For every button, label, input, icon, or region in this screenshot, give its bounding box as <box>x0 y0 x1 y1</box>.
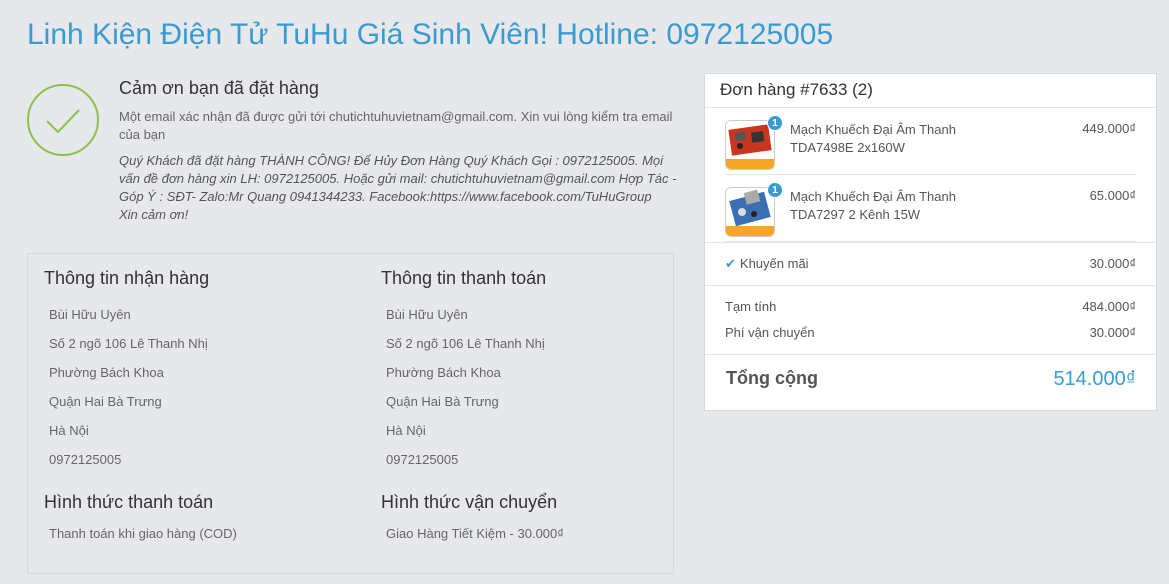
shipping-district: Quận Hai Bà Trưng <box>49 394 162 409</box>
shipping-phone: 0972125005 <box>49 452 122 467</box>
item-name[interactable]: Mạch Khuếch Đại Âm Thanh TDA7297 2 Kênh … <box>790 188 990 224</box>
item-quantity-badge: 1 <box>767 182 783 198</box>
billing-phone: 0972125005 <box>386 452 459 467</box>
site-title: Linh Kiện Điện Tử TuHu Giá Sinh Viên! Ho… <box>27 18 834 51</box>
billing-city: Hà Nội <box>386 423 426 438</box>
shipping-fee-row: Phí vận chuyển 30.000₫ <box>725 325 1136 340</box>
shipping-city: Hà Nội <box>49 423 89 438</box>
grand-total-value: 514.000₫ <box>1053 368 1136 390</box>
order-note-text: Quý Khách đã đặt hàng THÀNH CÔNG! Để Hủy… <box>119 153 677 204</box>
promotion-row: ✔ Khuyến mãi 30.000₫ <box>725 243 1136 285</box>
item-price: 65.000₫ <box>1089 188 1136 203</box>
shipping-ward: Phường Bách Khoa <box>49 365 164 380</box>
order-title: Đơn hàng #7633 (2) <box>705 74 1156 108</box>
customer-info-box: Thông tin nhận hàng Bùi Hữu Uyên Số 2 ng… <box>27 253 674 574</box>
promotion-value: 30.000₫ <box>1089 256 1136 271</box>
payment-method-title: Hình thức thanh toán <box>44 492 214 512</box>
shipping-info-column: Thông tin nhận hàng Bùi Hữu Uyên Số 2 ng… <box>44 254 344 541</box>
shipping-method-title: Hình thức vận chuyển <box>381 492 558 512</box>
subtotal-row: Tạm tính 484.000₫ <box>725 299 1136 314</box>
billing-ward: Phường Bách Khoa <box>386 365 501 380</box>
order-summary: Đơn hàng #7633 (2) 1 Mạch Khuếch Đại Âm … <box>704 73 1157 411</box>
shipping-name: Bùi Hữu Uyên <box>49 307 131 322</box>
shipping-address: Bùi Hữu Uyên Số 2 ngõ 106 Lê Thanh Nhị P… <box>44 300 344 474</box>
confirmation-email-message: Một email xác nhận đã được gửi tới chuti… <box>119 109 673 142</box>
promotion-label: Khuyến mãi <box>739 256 809 271</box>
checkmark-icon: ✔ <box>725 256 736 271</box>
item-price: 449.000₫ <box>1082 121 1136 136</box>
billing-district: Quận Hai Bà Trưng <box>386 394 499 409</box>
item-quantity-badge: 1 <box>767 115 783 131</box>
billing-info-title: Thông tin thanh toán <box>381 268 547 288</box>
totals-section: Tạm tính 484.000₫ Phí vận chuyển 30.000₫ <box>725 286 1136 354</box>
shipping-fee-label: Phí vận chuyển <box>725 325 815 340</box>
subtotal-value: 484.000₫ <box>1082 299 1136 314</box>
thank-you-section: Cảm ơn bạn đã đặt hàng Một email xác nhậ… <box>119 78 679 224</box>
billing-info-column: Thông tin thanh toán Bùi Hữu Uyên Số 2 n… <box>381 254 681 541</box>
billing-name: Bùi Hữu Uyên <box>386 307 468 322</box>
shipping-street: Số 2 ngõ 106 Lê Thanh Nhị <box>49 336 208 351</box>
grand-total-row: Tổng cộng 514.000₫ <box>725 355 1136 407</box>
thank-you-title: Cảm ơn bạn đã đặt hàng <box>119 78 319 98</box>
payment-method-value: Thanh toán khi giao hàng (COD) <box>49 526 237 541</box>
order-item: 1 Mạch Khuếch Đại Âm Thanh TDA7297 2 Kên… <box>725 175 1136 242</box>
grand-total-label: Tổng cộng <box>726 368 818 388</box>
shipping-info-title: Thông tin nhận hàng <box>44 268 210 288</box>
subtotal-label: Tạm tính <box>725 299 777 314</box>
order-note-thanks: Xin cảm ơn! <box>119 207 189 222</box>
billing-street: Số 2 ngõ 106 Lê Thanh Nhị <box>386 336 545 351</box>
shipping-fee-value: 30.000₫ <box>1089 325 1136 340</box>
shipping-method-value: Giao Hàng Tiết Kiệm - 30.000₫ <box>386 526 564 541</box>
order-note: Quý Khách đã đặt hàng THÀNH CÔNG! Để Hủy… <box>119 152 679 224</box>
checkmark-icon <box>27 84 99 156</box>
order-item: 1 Mạch Khuếch Đại Âm Thanh TDA7498E 2x16… <box>725 108 1136 175</box>
billing-address: Bùi Hữu Uyên Số 2 ngõ 106 Lê Thanh Nhị P… <box>381 300 681 474</box>
item-name[interactable]: Mạch Khuếch Đại Âm Thanh TDA7498E 2x160W <box>790 121 990 157</box>
